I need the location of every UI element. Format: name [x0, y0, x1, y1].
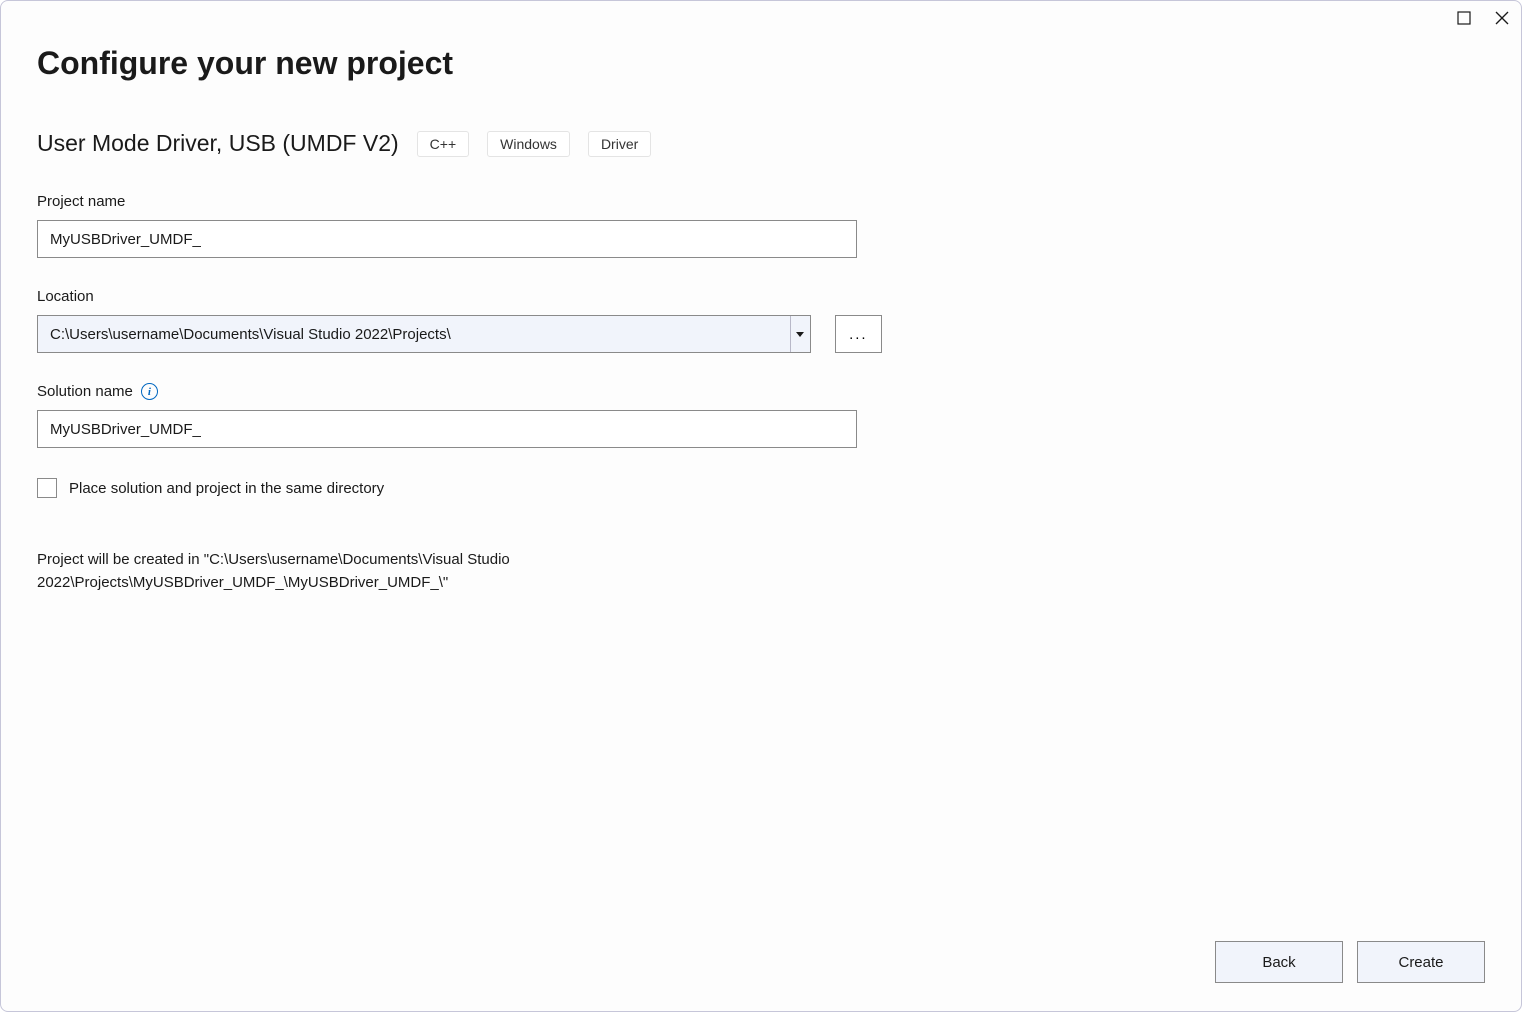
- page-title: Configure your new project: [37, 45, 1485, 82]
- same-directory-checkbox[interactable]: [37, 478, 57, 498]
- dialog-footer: Back Create: [1215, 941, 1485, 983]
- same-directory-label: Place solution and project in the same d…: [69, 480, 384, 497]
- tag-cpp: C++: [417, 131, 469, 157]
- maximize-icon[interactable]: [1457, 11, 1471, 25]
- tag-driver: Driver: [588, 131, 651, 157]
- path-preview: Project will be created in "C:\Users\use…: [37, 548, 797, 595]
- tag-windows: Windows: [487, 131, 570, 157]
- browse-button[interactable]: ...: [835, 315, 882, 353]
- dialog-content: Configure your new project User Mode Dri…: [1, 1, 1521, 595]
- dialog-window: Configure your new project User Mode Dri…: [0, 0, 1522, 1012]
- project-name-group: Project name: [37, 193, 882, 258]
- info-icon[interactable]: i: [141, 383, 158, 400]
- same-directory-row: Place solution and project in the same d…: [37, 478, 882, 498]
- chevron-down-icon: [790, 316, 810, 352]
- template-row: User Mode Driver, USB (UMDF V2) C++ Wind…: [37, 130, 1485, 157]
- close-icon[interactable]: [1495, 11, 1509, 25]
- solution-name-group: Solution name i: [37, 383, 882, 448]
- project-name-label: Project name: [37, 193, 882, 210]
- template-name: User Mode Driver, USB (UMDF V2): [37, 130, 399, 157]
- location-row: C:\Users\username\Documents\Visual Studi…: [37, 315, 882, 353]
- project-name-input[interactable]: [37, 220, 857, 258]
- window-controls: [1457, 11, 1509, 25]
- back-button[interactable]: Back: [1215, 941, 1343, 983]
- location-value: C:\Users\username\Documents\Visual Studi…: [38, 326, 790, 343]
- solution-name-label-row: Solution name i: [37, 383, 882, 400]
- form-section: Project name Location C:\Users\username\…: [37, 193, 882, 595]
- location-combobox[interactable]: C:\Users\username\Documents\Visual Studi…: [37, 315, 811, 353]
- location-group: Location C:\Users\username\Documents\Vis…: [37, 288, 882, 353]
- create-button[interactable]: Create: [1357, 941, 1485, 983]
- solution-name-label: Solution name: [37, 383, 133, 400]
- solution-name-input[interactable]: [37, 410, 857, 448]
- location-label: Location: [37, 288, 882, 305]
